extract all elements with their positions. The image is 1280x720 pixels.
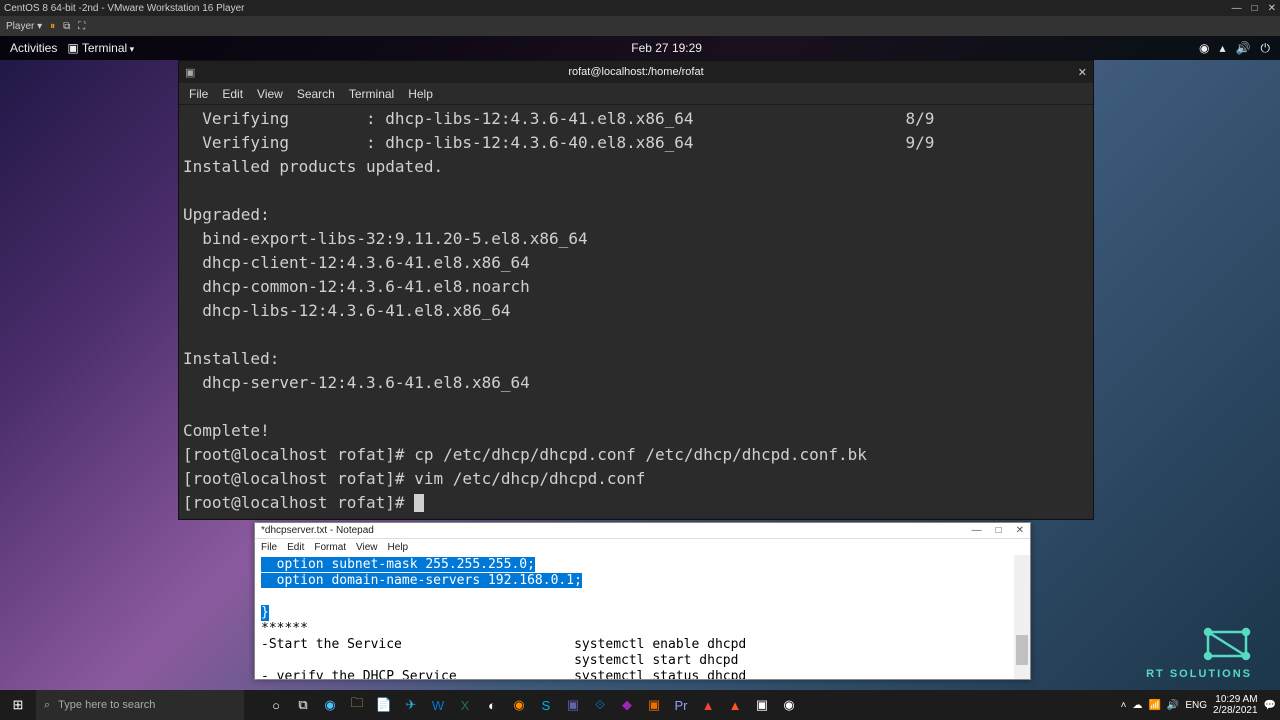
notepad-scrollbar[interactable]	[1014, 555, 1030, 679]
notepad-menu-edit[interactable]: Edit	[287, 542, 304, 553]
terminal-menubar: File Edit View Search Terminal Help	[179, 83, 1093, 105]
gnome-clock[interactable]: Feb 27 19:29	[631, 41, 702, 55]
notepad-close-icon[interactable]: ✕	[1016, 525, 1024, 536]
telegram-icon[interactable]: ✈	[399, 693, 423, 717]
vmware-fullscreen-icon[interactable]: ⛶	[78, 21, 85, 32]
tray-notifications-icon[interactable]: 💬	[1264, 700, 1276, 711]
tray-clock[interactable]: 10:29 AM 2/28/2021	[1213, 694, 1258, 716]
gnome-topbar: Activities ▣ Terminal Feb 27 19:29 ◉ ▴ 🔊…	[0, 36, 1280, 60]
power-icon[interactable]: ⏻	[1261, 41, 1271, 56]
vmware-snapshot-icon[interactable]: ⧉	[63, 21, 70, 32]
teams-icon[interactable]: ▣	[561, 693, 585, 717]
tray-volume-icon[interactable]: 🔊	[1167, 700, 1179, 711]
word-icon[interactable]: W	[426, 693, 450, 717]
terminal-title-text: rofat@localhost:/home/rofat	[568, 66, 703, 78]
premiere-icon[interactable]: Pr	[669, 693, 693, 717]
app-icon[interactable]: ◉	[777, 693, 801, 717]
gnome-appmenu[interactable]: ▣ Terminal	[67, 41, 134, 55]
menu-edit[interactable]: Edit	[222, 87, 243, 101]
tray-lang[interactable]: ENG	[1185, 700, 1207, 711]
terminal-cursor	[414, 494, 424, 512]
system-tray: ˄ ☁ 📶 🔊 ENG 10:29 AM 2/28/2021 💬	[1121, 694, 1280, 716]
notepad-body[interactable]: option subnet-mask 255.255.255.0; option…	[255, 555, 1030, 679]
vmware-player-menu[interactable]: Player ▾	[6, 21, 42, 32]
menu-terminal[interactable]: Terminal	[349, 87, 394, 101]
start-button[interactable]: ⊞	[0, 690, 36, 720]
menu-search[interactable]: Search	[297, 87, 335, 101]
task-view-icon[interactable]: ⧉	[291, 693, 315, 717]
terminal-close-icon[interactable]: ✕	[1078, 66, 1087, 79]
rt-solutions-logo: RT SOLUTIONS	[1146, 626, 1252, 680]
notepad-menubar: File Edit Format View Help	[255, 539, 1030, 555]
volume-icon[interactable]: 🔊	[1236, 41, 1251, 55]
terminal-newtab-icon[interactable]: ▣	[185, 66, 195, 79]
vs-icon[interactable]: ◆	[615, 693, 639, 717]
vmware-minimize-icon[interactable]: —	[1232, 3, 1242, 14]
terminal-body[interactable]: Verifying : dhcp-libs-12:4.3.6-41.el8.x8…	[179, 105, 1093, 519]
notepad-icon[interactable]: 📄	[372, 693, 396, 717]
menu-file[interactable]: File	[189, 87, 208, 101]
terminal-titlebar: ▣ rofat@localhost:/home/rofat ✕	[179, 61, 1093, 83]
notepad-maximize-icon[interactable]: □	[996, 525, 1002, 536]
vmware-toolbar: Player ▾ ⏸ ⧉ ⛶	[0, 16, 1280, 36]
edge-icon[interactable]: ◉	[318, 693, 342, 717]
vmware-close-icon[interactable]: ✕	[1268, 3, 1276, 14]
vmware-maximize-icon[interactable]: □	[1252, 3, 1258, 14]
vlc-icon[interactable]: ▲	[723, 693, 747, 717]
accessibility-icon[interactable]: ◉	[1199, 41, 1209, 55]
search-icon: ⌕	[44, 699, 50, 712]
notepad-menu-view[interactable]: View	[356, 542, 378, 553]
xampp-icon[interactable]: ▣	[642, 693, 666, 717]
vmware-pause-icon[interactable]: ⏸	[50, 21, 55, 32]
cortana-icon[interactable]: ○	[264, 693, 288, 717]
tray-wifi-icon[interactable]: 📶	[1148, 700, 1160, 711]
windows-taskbar: ⊞ ⌕ Type here to search ○ ⧉ ◉ 🗀 📄 ✈ W X …	[0, 690, 1280, 720]
notepad-titlebar: *dhcpserver.txt - Notepad — □ ✕	[255, 523, 1030, 539]
firefox-icon[interactable]: ◉	[507, 693, 531, 717]
notepad-menu-help[interactable]: Help	[388, 542, 409, 553]
notepad-menu-format[interactable]: Format	[314, 542, 346, 553]
network-icon[interactable]: ▴	[1220, 41, 1226, 55]
menu-help[interactable]: Help	[408, 87, 433, 101]
explorer-icon[interactable]: 🗀	[345, 693, 369, 717]
search-placeholder: Type here to search	[58, 699, 155, 711]
tray-cloud-icon[interactable]: ☁	[1132, 700, 1142, 711]
gnome-activities[interactable]: Activities	[10, 41, 57, 55]
terminal-window: ▣ rofat@localhost:/home/rofat ✕ File Edi…	[178, 60, 1094, 520]
taskbar-search[interactable]: ⌕ Type here to search	[36, 690, 244, 720]
vmware-titlebar: CentOS 8 64-bit -2nd - VMware Workstatio…	[0, 0, 1280, 16]
notepad-window: *dhcpserver.txt - Notepad — □ ✕ File Edi…	[254, 522, 1031, 680]
scrollbar-thumb[interactable]	[1016, 635, 1028, 665]
menu-view[interactable]: View	[257, 87, 283, 101]
rt-logo-text: RT SOLUTIONS	[1146, 668, 1252, 680]
notepad-menu-file[interactable]: File	[261, 542, 277, 553]
notepad-minimize-icon[interactable]: —	[972, 525, 982, 536]
skype-icon[interactable]: S	[534, 693, 558, 717]
vscode-icon[interactable]: ⟐	[588, 693, 612, 717]
notepad-title-text: *dhcpserver.txt - Notepad	[261, 525, 374, 536]
tray-chevron-icon[interactable]: ˄	[1121, 700, 1127, 711]
excel-icon[interactable]: X	[453, 693, 477, 717]
chrome-icon[interactable]: ◐	[480, 693, 504, 717]
brave-icon[interactable]: ▲	[696, 693, 720, 717]
vmware-title-text: CentOS 8 64-bit -2nd - VMware Workstatio…	[4, 3, 244, 14]
vmware-taskbar-icon[interactable]: ▣	[750, 693, 774, 717]
